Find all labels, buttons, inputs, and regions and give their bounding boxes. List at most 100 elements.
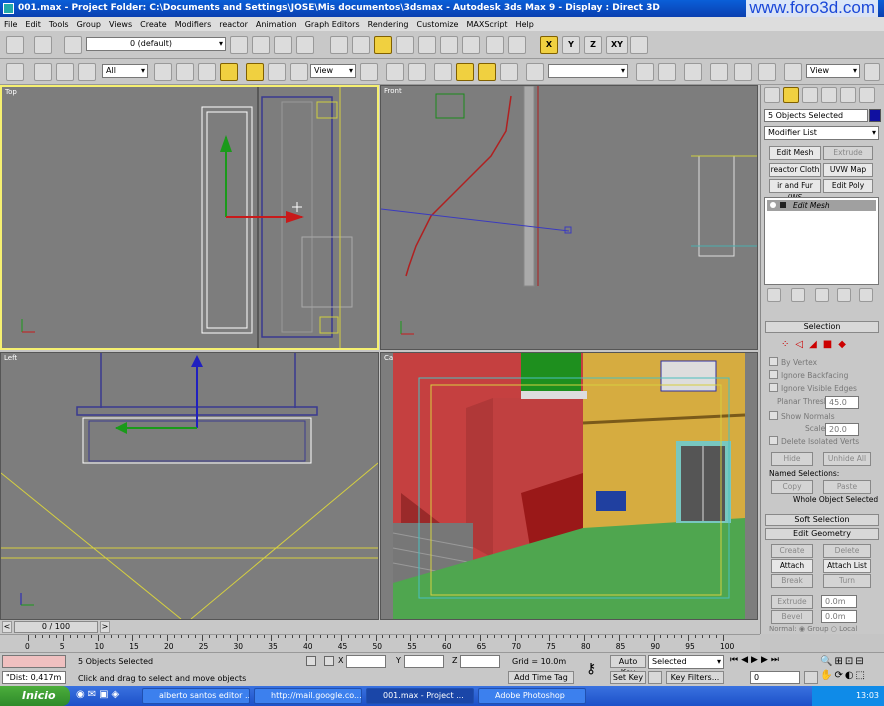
task-gmail[interactable]: http://mail.google.co... [254,688,362,704]
link-icon[interactable] [34,63,52,81]
auto-key-button[interactable]: Auto Key [610,655,646,677]
quick-launch-icons[interactable]: ◉✉▣◈ [76,689,136,703]
show-end-result-icon[interactable] [791,288,805,302]
display-tab-icon[interactable] [840,87,856,103]
scale-field[interactable]: 20.0 [825,423,859,436]
axis-x-button[interactable]: X [540,36,558,54]
window-crossing-icon[interactable] [220,63,238,81]
z-coord-field[interactable] [460,655,500,668]
hide-button[interactable]: Hide [771,452,813,466]
menu-reactor[interactable]: reactor [219,20,248,29]
viewport-left[interactable]: Left [0,352,379,620]
viewport-camera[interactable]: Camera01 [380,352,758,620]
ignore-visible-edges-checkbox[interactable]: Ignore Visible Edges [769,383,857,393]
normal-radio-group[interactable]: Normal: ◉ Group ○ Local [769,625,857,633]
pin-stack-icon[interactable] [767,288,781,302]
undo-icon[interactable] [6,36,24,54]
menu-views[interactable]: Views [109,20,132,29]
object-name-field[interactable]: 5 Objects Selected [764,109,868,122]
mini-curve-editor-icon[interactable] [4,637,18,649]
select-manipulate-icon[interactable] [386,63,404,81]
key-filters-button[interactable]: Key Filters... [666,671,724,684]
axis-xy-button[interactable]: XY [606,36,628,54]
axis-xy-alt-icon[interactable] [630,36,648,54]
current-frame-field[interactable]: 0 [750,671,800,684]
uvw-map-button[interactable]: UVW Map [823,163,873,177]
menu-modifiers[interactable]: Modifiers [175,20,212,29]
menu-maxscript[interactable]: MAXScript [466,20,507,29]
select-layer-icon[interactable] [274,36,292,54]
edit-named-selection-icon[interactable] [526,63,544,81]
menu-rendering[interactable]: Rendering [368,20,409,29]
ik-icon-7[interactable] [462,36,480,54]
maxscript-listener[interactable]: "Dist: 0,417m [2,671,66,684]
menu-tools[interactable]: Tools [49,20,69,29]
soft-selection-rollout-header[interactable]: Soft Selection [765,514,879,526]
menu-help[interactable]: Help [516,20,534,29]
configure-sets-icon[interactable] [859,288,873,302]
layer-dropdown[interactable]: 0 (default) [86,37,226,51]
ik-icon-4[interactable] [396,36,414,54]
extrude-button[interactable]: Extrude [771,595,813,609]
bind-space-warp-icon[interactable] [78,63,96,81]
quick-render-icon[interactable] [864,63,880,81]
x-coord-field[interactable] [346,655,386,668]
angle-snap-icon[interactable] [456,63,474,81]
menu-customize[interactable]: Customize [416,20,458,29]
playback-controls[interactable]: ⏮◀▶▶⏭ [730,655,820,668]
sub-object-icons[interactable]: ⁘◁◢■◆ [781,339,871,351]
scale-icon[interactable] [290,63,308,81]
create-button[interactable]: Create [771,544,813,558]
render-view-dropdown[interactable]: View [806,64,860,78]
rotate-icon[interactable] [268,63,286,81]
attach-list-button[interactable]: Attach List [823,559,871,573]
menu-group[interactable]: Group [77,20,101,29]
create-layer-icon[interactable] [252,36,270,54]
selection-filter-dropdown[interactable]: All [102,64,148,78]
spinner-snap-icon[interactable] [500,63,518,81]
rect-region-icon[interactable] [198,63,216,81]
unhide-all-button[interactable]: Unhide All [823,452,871,466]
viewport-front[interactable]: Front [380,85,758,350]
delete-button[interactable]: Delete [823,544,871,558]
turn-button[interactable]: Turn [823,574,871,588]
ik-icon-2[interactable] [352,36,370,54]
menu-create[interactable]: Create [140,20,167,29]
create-tab-icon[interactable] [764,87,780,103]
next-frame-icon[interactable]: > [100,621,110,633]
ik-icon-6[interactable] [440,36,458,54]
key-mode-dropdown[interactable]: Selected [648,655,724,669]
start-button[interactable]: Inicio [0,686,70,706]
ik-icon-8[interactable] [486,36,504,54]
align-icon[interactable] [658,63,676,81]
percent-snap-icon[interactable] [478,63,496,81]
mirror-icon[interactable] [636,63,654,81]
edit-poly-button[interactable]: Edit Poly [823,179,873,193]
extrude-mod-button[interactable]: Extrude [823,146,873,160]
show-normals-checkbox[interactable]: Show Normals [769,411,835,421]
stack-item[interactable]: Edit Mesh [767,200,876,211]
ref-coord-dropdown[interactable]: View [310,64,356,78]
edit-geometry-rollout-header[interactable]: Edit Geometry [765,528,879,540]
key-icon[interactable]: ⚷ [586,661,596,677]
menu-graph-editors[interactable]: Graph Editors [305,20,360,29]
extrude-amount-field[interactable]: 0.0m [821,595,857,608]
motion-tab-icon[interactable] [821,87,837,103]
set-key-button[interactable]: Set Key [610,671,646,684]
keyboard-shortcut-icon[interactable] [408,63,426,81]
by-vertex-checkbox[interactable]: By Vertex [769,357,817,367]
layer-add-icon[interactable] [230,36,248,54]
curve-editor-icon[interactable] [710,63,728,81]
snap-25-icon[interactable] [434,63,452,81]
default-tangent-icon[interactable] [648,671,662,684]
viewport-nav-controls[interactable]: 🔍⊞⊡⊟ ✋⟳◐⬚ [820,655,882,685]
menu-animation[interactable]: Animation [256,20,297,29]
schematic-icon[interactable] [34,36,52,54]
ik-icon-5[interactable] [418,36,436,54]
bevel-amount-field[interactable]: 0.0m [821,610,857,623]
make-unique-icon[interactable] [815,288,829,302]
menu-edit[interactable]: Edit [25,20,41,29]
hair-fur-button[interactable]: ir and Fur (WS [769,179,821,202]
edit-mesh-button[interactable]: Edit Mesh [769,146,821,160]
axis-y-button[interactable]: Y [562,36,580,54]
